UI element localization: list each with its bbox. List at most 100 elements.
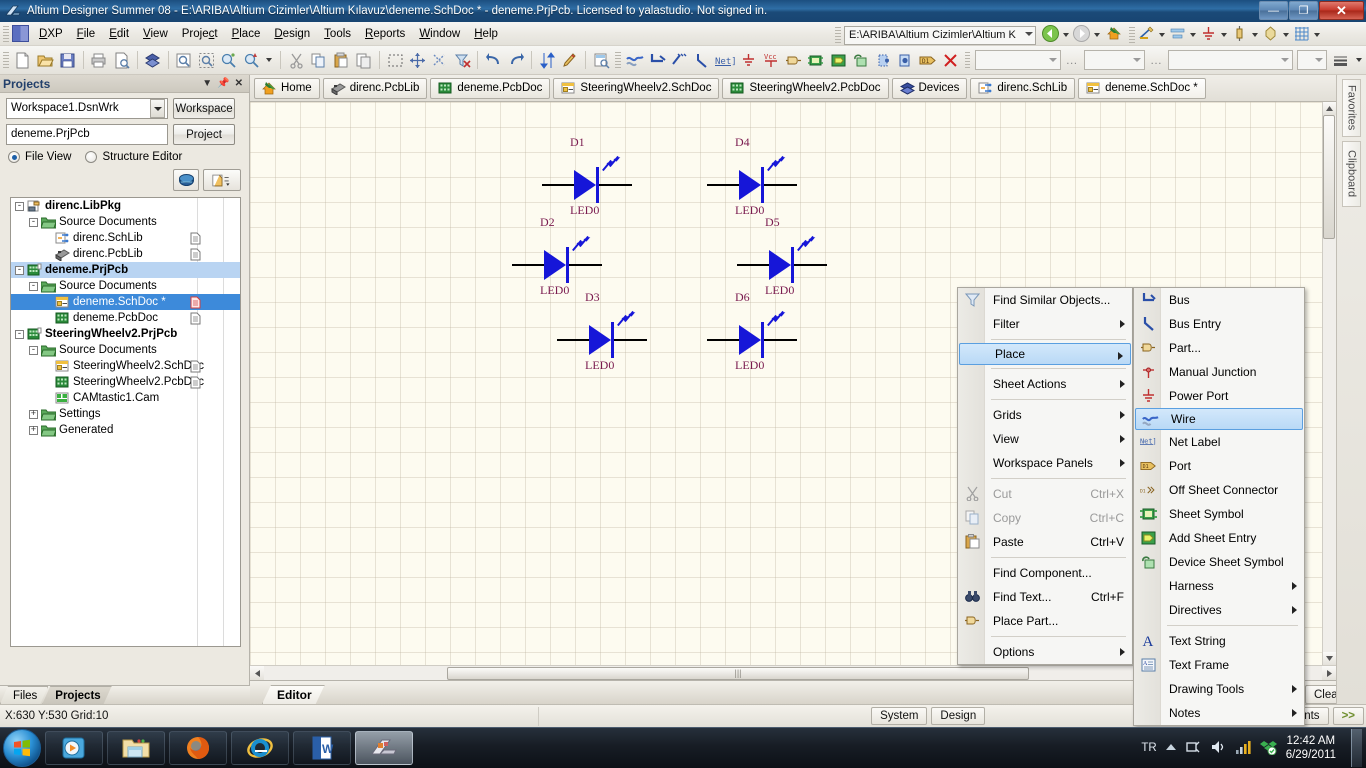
document-tab[interactable]: SteeringWheelv2.SchDoc (553, 77, 720, 99)
tray-clock[interactable]: 12:42 AM 6/29/2011 (1286, 734, 1336, 762)
panel-close-icon[interactable]: ✕ (235, 78, 243, 89)
menu-grip[interactable] (3, 25, 9, 42)
menu-file[interactable]: File (70, 25, 103, 43)
grid-icon[interactable] (1293, 25, 1310, 45)
document-status-icon[interactable] (190, 360, 201, 373)
toolbar-grip-1[interactable] (3, 52, 9, 68)
project-tree[interactable]: - direnc.LibPkg - Source Documents direnc.Sc… (10, 197, 241, 647)
place-vcc-port-icon[interactable]: Vcc (761, 49, 781, 71)
annotate-icon[interactable] (560, 49, 580, 71)
wire-right[interactable] (792, 264, 827, 266)
collapse-icon[interactable]: - (15, 329, 24, 339)
home-icon[interactable] (1106, 25, 1123, 45)
undo-icon[interactable] (483, 49, 503, 71)
schematic-context-menu[interactable]: Find Similar Objects... Filter Place Sheet … (957, 287, 1133, 665)
dock-tab-clipboard[interactable]: Clipboard (1342, 141, 1361, 207)
net-color-dropdown-icon[interactable] (1159, 33, 1165, 37)
menu-item-find-component[interactable]: Find Component... (958, 561, 1132, 585)
toolbar-overflow-2[interactable]: … (1147, 53, 1166, 67)
menu-item-bus-entry[interactable]: Bus Entry (1134, 312, 1304, 336)
toolbar-combo-1[interactable] (975, 50, 1061, 70)
panel-dropdown-icon[interactable]: ▼ (202, 78, 212, 89)
nav-toolbar-grip[interactable] (835, 27, 841, 43)
scroll-right-button[interactable] (1322, 666, 1336, 680)
document-status-icon[interactable] (190, 312, 201, 325)
menu-item-drawing-tools[interactable]: Drawing Tools (1134, 677, 1304, 701)
nav-forward-icon[interactable] (1073, 25, 1090, 45)
tree-item[interactable]: direnc.PcbLib (11, 246, 240, 262)
tray-signal-icon[interactable] (1235, 740, 1251, 757)
tray-expand-icon[interactable] (1165, 742, 1176, 754)
print-icon[interactable] (89, 49, 109, 71)
radio-file-view[interactable]: File View (8, 151, 71, 163)
place-wire-icon[interactable] (625, 49, 645, 71)
documents-icon[interactable] (142, 49, 162, 71)
select-area-icon[interactable] (385, 49, 405, 71)
wire-left[interactable] (542, 184, 576, 186)
wire-left[interactable] (512, 264, 546, 266)
tray-language[interactable]: TR (1141, 742, 1156, 754)
tree-item[interactable]: deneme.SchDoc * (11, 294, 240, 310)
dxp-logo-icon[interactable] (12, 25, 29, 42)
radio-structure-editor[interactable]: Structure Editor (85, 151, 182, 163)
menu-help[interactable]: Help (467, 25, 505, 43)
component-designator[interactable]: D1 (570, 135, 585, 150)
gnd-dropdown-icon[interactable] (1221, 33, 1227, 37)
menu-item-find-text[interactable]: Find Text... Ctrl+F (958, 585, 1132, 609)
document-tab[interactable]: Home (254, 77, 320, 99)
taskbar-media-player[interactable] (45, 731, 103, 765)
component-comment[interactable]: LED0 (735, 358, 764, 373)
scroll-left-button[interactable] (250, 666, 264, 680)
wire-left[interactable] (707, 184, 741, 186)
print-preview-icon[interactable] (111, 49, 131, 71)
workspace-button[interactable]: Workspace (173, 98, 235, 119)
project-field[interactable]: deneme.PrjPcb (6, 124, 168, 145)
menu-tools[interactable]: Tools (317, 25, 358, 43)
zoom-document-icon[interactable] (174, 49, 194, 71)
tree-item[interactable]: - direnc.LibPkg (11, 198, 240, 214)
taskbar-word[interactable]: W (293, 731, 351, 765)
place-device-sheet-icon[interactable] (851, 49, 871, 71)
menu-view[interactable]: View (136, 25, 175, 43)
menu-place[interactable]: Place (225, 25, 268, 43)
menu-edit[interactable]: Edit (102, 25, 136, 43)
component-comment[interactable]: LED0 (570, 203, 599, 218)
component-designator[interactable]: D2 (540, 215, 555, 230)
document-status-icon[interactable] (190, 232, 201, 245)
place-sheet-entry-icon[interactable] (828, 49, 848, 71)
component-designator[interactable]: D5 (765, 215, 780, 230)
update-pcb-icon[interactable] (537, 49, 557, 71)
document-tab[interactable]: deneme.PcbDoc (430, 77, 551, 99)
nav-back-icon[interactable] (1042, 25, 1059, 45)
start-button[interactable] (3, 729, 41, 767)
taskbar-internet-explorer[interactable] (231, 731, 289, 765)
menu-item-workspace-panels[interactable]: Workspace Panels (958, 451, 1132, 475)
grid-dropdown-icon[interactable] (1314, 33, 1320, 37)
browse-library-icon[interactable] (591, 49, 611, 71)
wire-right[interactable] (762, 184, 797, 186)
menu-item-off-sheet-connector[interactable]: D1 Off Sheet Connector (1134, 478, 1304, 502)
menu-item-sheet-actions[interactable]: Sheet Actions (958, 372, 1132, 396)
menu-item-copy[interactable]: Copy Ctrl+C (958, 506, 1132, 530)
place-sheet-symbol-icon[interactable] (806, 49, 826, 71)
canvas-vertical-scrollbar[interactable] (1322, 102, 1336, 665)
tree-item[interactable]: - Source Documents (11, 342, 240, 358)
tree-item[interactable]: - Source Documents (11, 278, 240, 294)
polygon-icon[interactable] (1262, 25, 1279, 45)
tray-dropbox-icon[interactable] (1259, 739, 1277, 758)
collapse-icon[interactable]: - (29, 217, 38, 227)
menu-item-wire[interactable]: Wire (1135, 408, 1303, 430)
horizontal-scroll-thumb[interactable]: ||| (447, 666, 1029, 680)
document-tab[interactable]: SteeringWheelv2.PcbDoc (722, 77, 889, 99)
clear-filter-icon[interactable] (452, 49, 472, 71)
place-no-erc-icon[interactable] (940, 49, 960, 71)
menu-item-filter[interactable]: Filter (958, 312, 1132, 336)
component-designator[interactable]: D3 (585, 290, 600, 305)
component-comment[interactable]: LED0 (735, 203, 764, 218)
menu-item-bus[interactable]: Bus (1134, 288, 1304, 312)
scroll-down-button[interactable] (1323, 652, 1336, 665)
zoom-selection-icon[interactable] (241, 49, 261, 71)
line-width-icon[interactable] (1330, 49, 1350, 71)
place-harness-entry-icon[interactable] (895, 49, 915, 71)
component-designator[interactable]: D6 (735, 290, 750, 305)
